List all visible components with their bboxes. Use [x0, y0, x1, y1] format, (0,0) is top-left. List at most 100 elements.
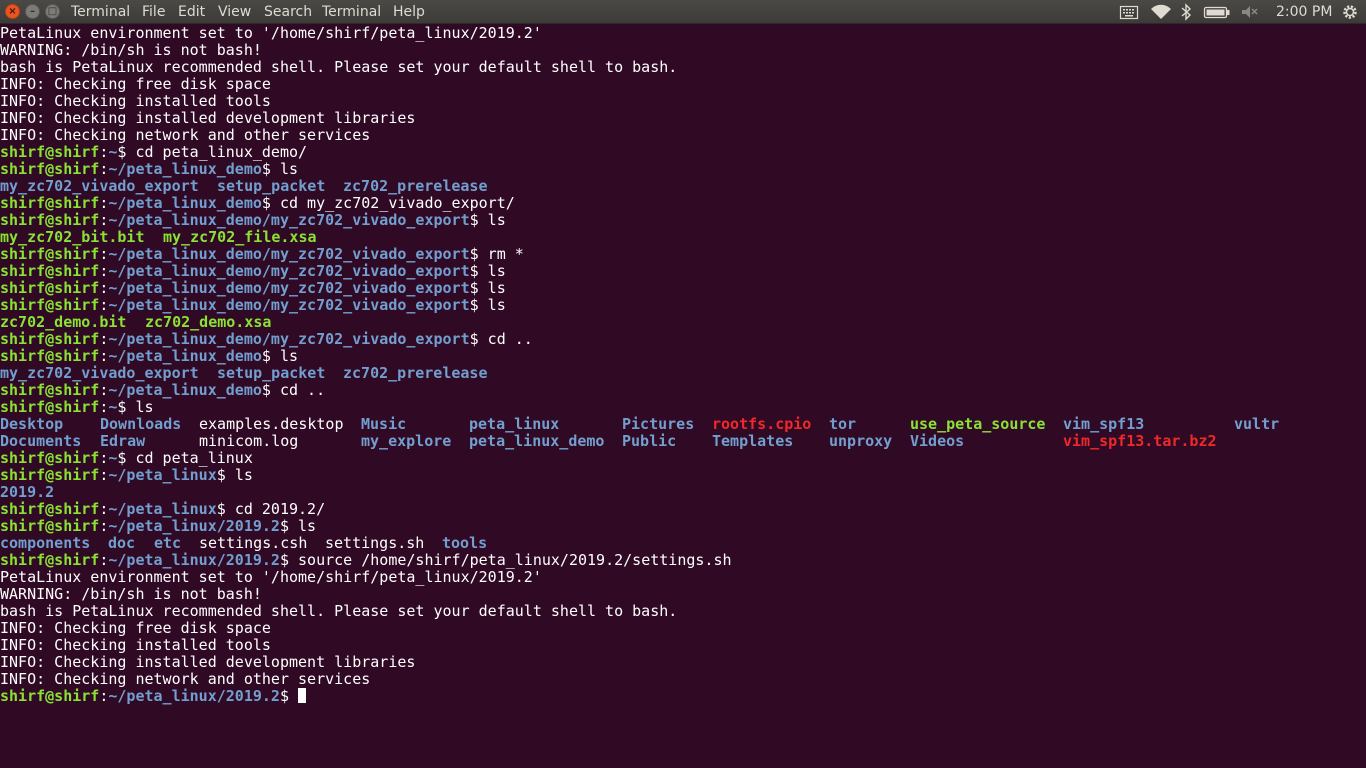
minimize-window-button[interactable]: – [25, 4, 40, 19]
command-text: ls [234, 466, 253, 484]
prompt-dollar: $ [279, 517, 299, 535]
dir-entry: Edraw [100, 432, 146, 450]
output-line: PetaLinux environment set to '/home/shir… [0, 568, 542, 586]
output-line: bash is PetaLinux recommended shell. Ple… [0, 602, 678, 620]
clock[interactable]: 2:00 PM [1276, 0, 1332, 24]
file-entry: settings.csh [199, 534, 308, 552]
dir-entry: my_zc702_vivado_export [0, 364, 199, 382]
prompt-path: ~/peta_linux [108, 466, 217, 484]
keyboard-icon[interactable] [1119, 3, 1139, 21]
prompt-user: shirf@shirf [0, 160, 100, 178]
ls-output-line: Documents Edraw minicom.log my_explore p… [0, 433, 1366, 450]
file-entry: my_zc702_bit.bit [0, 228, 145, 246]
output-line: bash is PetaLinux recommended shell. Ple… [0, 58, 678, 76]
prompt-line: shirf@shirf:~/peta_linux_demo/my_zc702_v… [0, 246, 1366, 263]
command-text: ls [279, 347, 299, 365]
dir-entry: setup_packet [217, 177, 326, 195]
ls-output-line: my_zc702_bit.bit my_zc702_file.xsa [0, 229, 1366, 246]
menu-edit[interactable]: Edit [178, 0, 205, 24]
prompt-user: shirf@shirf [0, 551, 100, 569]
prompt-path: ~/peta_linux_demo [108, 194, 262, 212]
prompt-path: ~/peta_linux/2019.2 [108, 551, 280, 569]
command-text: cd my_zc702_vivado_export/ [279, 194, 515, 212]
wifi-icon[interactable] [1150, 3, 1172, 21]
dir-entry: my_zc702_vivado_export [0, 177, 199, 195]
exec-entry: use_peta_source [910, 415, 1046, 433]
output-line: PetaLinux environment set to '/home/shir… [0, 24, 542, 42]
prompt-path: ~/peta_linux_demo [108, 160, 262, 178]
dir-entry: tor [829, 415, 857, 433]
text-cursor[interactable] [298, 688, 307, 703]
output-line: INFO: Checking installed tools [0, 92, 271, 110]
command-text: cd .. [487, 330, 533, 348]
archive-entry: vim_spf13.tar.bz2 [1063, 432, 1217, 450]
file-entry: examples.desktop [199, 415, 344, 433]
prompt-user: shirf@shirf [0, 687, 100, 705]
ls-output-line: components doc etc settings.csh settings… [0, 535, 1366, 552]
prompt-dollar: $ [261, 381, 280, 399]
bluetooth-icon[interactable] [1180, 3, 1192, 21]
dir-entry: etc [154, 534, 182, 552]
prompt-user: shirf@shirf [0, 143, 100, 161]
output-line: WARNING: /bin/sh is not bash! [0, 41, 262, 59]
command-text: cd peta_linux [135, 449, 253, 467]
prompt-line: shirf@shirf:~$ ls [0, 399, 1366, 416]
output-line: INFO: Checking free disk space [0, 619, 271, 637]
prompt-dollar: $ [279, 551, 299, 569]
terminal-output[interactable]: PetaLinux environment set to '/home/shir… [0, 25, 1366, 768]
dir-entry: doc [108, 534, 136, 552]
battery-icon[interactable] [1203, 3, 1231, 21]
prompt-path: ~/peta_linux_demo [108, 347, 262, 365]
prompt-dollar: $ [117, 449, 136, 467]
dir-entry: zc702_prerelease [343, 364, 488, 382]
ls-output-line: my_zc702_vivado_export setup_packet zc702_… [0, 178, 1366, 195]
prompt-dollar: $ [279, 687, 299, 705]
active-prompt-line[interactable]: shirf@shirf:~/peta_linux/2019.2$ [0, 688, 1366, 705]
prompt-dollar: $ [469, 245, 488, 263]
menu-view[interactable]: View [218, 0, 251, 24]
prompt-user: shirf@shirf [0, 211, 100, 229]
prompt-user: shirf@shirf [0, 398, 100, 416]
prompt-dollar: $ [261, 160, 280, 178]
prompt-path: ~/peta_linux_demo/my_zc702_vivado_export [108, 296, 470, 314]
close-window-button[interactable]: × [5, 4, 20, 19]
prompt-user: shirf@shirf [0, 262, 100, 280]
dir-entry: vultr [1234, 415, 1280, 433]
prompt-line: shirf@shirf:~/peta_linux/2019.2$ source … [0, 552, 1366, 569]
prompt-path: ~/peta_linux_demo/my_zc702_vivado_export [108, 330, 470, 348]
volume-muted-icon[interactable] [1240, 3, 1260, 21]
prompt-user: shirf@shirf [0, 347, 100, 365]
output-line: INFO: Checking installed development lib… [0, 653, 416, 671]
prompt-line: shirf@shirf:~/peta_linux$ cd 2019.2/ [0, 501, 1366, 518]
prompt-user: shirf@shirf [0, 500, 100, 518]
menu-terminal[interactable]: Terminal [322, 0, 381, 24]
prompt-line: shirf@shirf:~/peta_linux_demo$ ls [0, 348, 1366, 365]
command-text: cd .. [279, 381, 326, 399]
app-menu-terminal[interactable]: Terminal [71, 0, 130, 24]
prompt-dollar: $ [216, 500, 235, 518]
prompt-dollar: $ [469, 330, 488, 348]
prompt-path: ~/peta_linux [108, 500, 217, 518]
dir-entry: setup_packet [217, 364, 326, 382]
menu-file[interactable]: File [142, 0, 165, 24]
ls-output-line: zc702_demo.bit zc702_demo.xsa [0, 314, 1366, 331]
prompt-dollar: $ [469, 279, 488, 297]
prompt-line: shirf@shirf:~/peta_linux_demo/my_zc702_v… [0, 212, 1366, 229]
file-entry: minicom.log [199, 432, 299, 450]
dir-entry: Templates [712, 432, 794, 450]
command-text: ls [279, 160, 299, 178]
file-entry: settings.sh [325, 534, 425, 552]
menu-search[interactable]: Search [264, 0, 312, 24]
settings-gear-icon[interactable] [1340, 3, 1360, 21]
prompt-dollar: $ [261, 194, 280, 212]
prompt-path: ~/peta_linux_demo [108, 381, 262, 399]
dir-entry: Pictures [622, 415, 695, 433]
prompt-line: shirf@shirf:~/peta_linux$ ls [0, 467, 1366, 484]
dir-entry: peta_linux_demo [469, 432, 605, 450]
prompt-line: shirf@shirf:~/peta_linux_demo$ cd .. [0, 382, 1366, 399]
prompt-dollar: $ [261, 347, 280, 365]
menu-help[interactable]: Help [393, 0, 425, 24]
maximize-window-button[interactable]: □ [45, 4, 60, 19]
command-text: ls [487, 211, 506, 229]
prompt-path: ~/peta_linux_demo/my_zc702_vivado_export [108, 262, 470, 280]
